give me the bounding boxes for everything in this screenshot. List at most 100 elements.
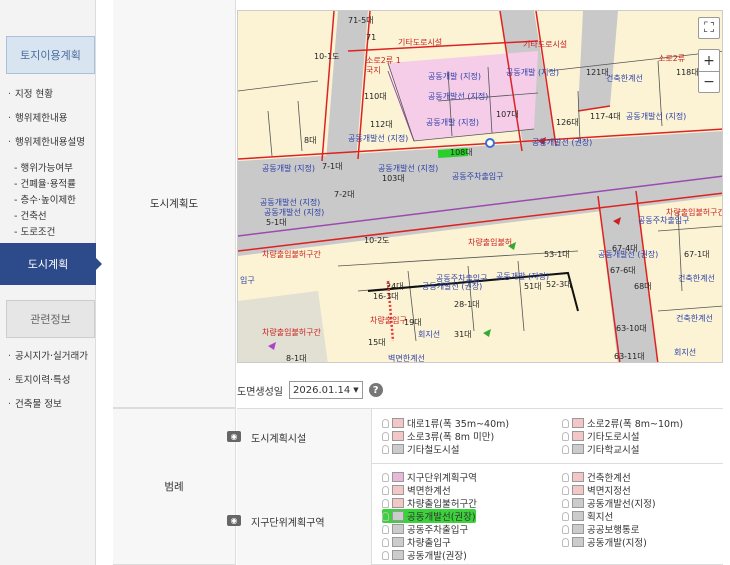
map-label: 공동개발선 (지정) (626, 112, 687, 121)
map-label: 107대 (496, 110, 519, 119)
legend-item-label: 기타학교시설 (587, 445, 640, 456)
legend-swatch (572, 524, 584, 534)
map-label: 108대 (450, 148, 473, 157)
eye-icon[interactable]: ◉ (227, 515, 241, 526)
bulb-icon[interactable] (562, 418, 569, 428)
sidebar-subitem-height[interactable]: - 층수·높이제한 (14, 192, 76, 206)
legend-label: 범례 (113, 408, 236, 565)
map-label: 53-1대 (544, 250, 570, 259)
legend-item-label: 기타철도시설 (407, 445, 460, 456)
legend-swatch (392, 444, 404, 454)
map-label: 8대 (304, 136, 317, 145)
legend-item[interactable]: 대로1류(폭 35m~40m) (382, 416, 509, 430)
urban-plan-map[interactable]: 71-5대 71 기타도로시설 기타도로시설 소로2류 10-1도 소로2류 1 국지 공동개발… (237, 10, 723, 363)
legend-item[interactable]: 차량출입구 (382, 535, 451, 549)
sidebar-item-restrictions[interactable]: 행위제한내용 (8, 110, 67, 124)
legend-item[interactable]: 건축한계선 (562, 470, 631, 484)
sidebar-related-history[interactable]: 토지이력·특성 (8, 372, 70, 386)
legend-item[interactable]: 공동개발선(권장) (382, 509, 476, 523)
map-label: 공동개발 (지정) (262, 164, 315, 173)
bulb-icon[interactable] (382, 444, 389, 454)
sidebar-subitem-coverage[interactable]: - 건폐율·용적률 (14, 176, 76, 190)
map-label: 회지선 (674, 348, 697, 357)
map-label: 공동주차출입구 (452, 172, 504, 181)
legend-swatch (392, 472, 404, 482)
sidebar-related-building[interactable]: 건축물 정보 (8, 396, 62, 410)
map-label: 공동개발선 (권장) (422, 282, 483, 291)
legend-item[interactable]: 소로3류(폭 8m 미만) (382, 429, 494, 443)
zoom-out-button[interactable]: − (698, 71, 720, 93)
legend-group-facilities-label: 도시계획시설 (251, 434, 307, 445)
sidebar-item-urban-plan-active[interactable]: 도시계획 (0, 243, 102, 285)
map-label: 공동개발 (지정) (506, 68, 559, 77)
legend-item[interactable]: 공동개발선(지정) (562, 496, 656, 510)
bulb-icon[interactable] (562, 444, 569, 454)
bulb-icon[interactable] (382, 511, 389, 521)
legend-item[interactable]: 공공보행통로 (562, 522, 639, 536)
bulb-icon[interactable] (382, 524, 389, 534)
bulb-icon[interactable] (562, 511, 569, 521)
eye-icon[interactable]: ◉ (227, 431, 241, 442)
map-canvas[interactable] (238, 11, 723, 363)
legend-item[interactable]: 공동개발(권장) (382, 548, 467, 562)
bulb-icon[interactable] (562, 537, 569, 547)
map-label: 71 (366, 33, 377, 42)
map-label: 112대 (370, 120, 393, 129)
sidebar-subitem-road[interactable]: - 도로조건 (14, 224, 55, 238)
sidebar-subitem-permissible[interactable]: - 행위가능여부 (14, 160, 73, 174)
map-label: 117-4대 (590, 112, 621, 121)
legend-item[interactable]: 벽면지정선 (562, 483, 631, 497)
fullscreen-icon[interactable]: ⛶ (698, 17, 720, 39)
legend-item-label: 공동주차출입구 (407, 525, 469, 536)
map-label: 입구 (240, 276, 255, 285)
legend-item[interactable]: 기타철도시설 (382, 442, 459, 456)
help-icon[interactable]: ? (368, 383, 383, 397)
bulb-icon[interactable] (382, 485, 389, 495)
bulb-icon[interactable] (382, 472, 389, 482)
map-label: 건축한계선 (678, 274, 715, 283)
legend-swatch (392, 498, 404, 508)
legend-item-label: 소로2류(폭 8m~10m) (587, 419, 684, 430)
legend-item[interactable]: 공동개발(지정) (562, 535, 647, 549)
sidebar-item-restriction-desc[interactable]: 행위제한내용설명 (8, 134, 85, 148)
bulb-icon[interactable] (382, 537, 389, 547)
map-label: 차량출입불허구간 (262, 250, 321, 259)
bulb-icon[interactable] (562, 485, 569, 495)
map-label: 벽면한계선 (388, 354, 425, 363)
legend-item[interactable]: 차량출입불허구간 (382, 496, 477, 510)
sidebar-header-land-use[interactable]: 토지이용계획 (6, 36, 95, 74)
legend-group-facilities: ◉ 도시계획시설 대로1류(폭 35m~40m) 소로2류(폭 8m~10m) 소로… (227, 408, 723, 464)
bulb-icon[interactable] (382, 550, 389, 560)
legend-item[interactable]: 지구단위계획구역 (382, 470, 477, 484)
map-label: 공동개발선 (지정) (428, 92, 489, 101)
bulb-icon[interactable] (562, 498, 569, 508)
map-label: 7-1대 (322, 162, 343, 171)
sidebar-header-related[interactable]: 관련정보 (6, 300, 95, 338)
bulb-icon[interactable] (562, 431, 569, 441)
zoom-in-button[interactable]: + (698, 49, 720, 71)
bulb-icon[interactable] (382, 498, 389, 508)
map-label: 건축한계선 (676, 314, 713, 323)
legend-swatch (572, 498, 584, 508)
bulb-icon[interactable] (562, 524, 569, 534)
legend-item[interactable]: 기타학교시설 (562, 442, 639, 456)
bulb-icon[interactable] (382, 431, 389, 441)
legend-item[interactable]: 공동주차출입구 (382, 522, 468, 536)
map-label: 7-2대 (334, 190, 355, 199)
sidebar-subitem-building-line[interactable]: - 건축선 (14, 208, 47, 222)
legend-item-label: 차량출입구 (407, 538, 451, 549)
plan-label: 도시계획도 (113, 0, 236, 408)
legend-item[interactable]: 기타도로시설 (562, 429, 639, 443)
map-label: 63-11대 (614, 352, 645, 361)
legend-group-district-label: 지구단위계획구역 (251, 518, 325, 529)
legend-item[interactable]: 소로2류(폭 8m~10m) (562, 416, 683, 430)
date-select[interactable]: 2026.01.14 ▼ (289, 381, 363, 399)
sidebar-related-price[interactable]: 공시지가·실거래가 (8, 348, 88, 362)
legend-item[interactable]: 벽면한계선 (382, 483, 451, 497)
sidebar-item-designation[interactable]: 지정 현황 (8, 86, 53, 100)
map-label: 차량출입구 (370, 316, 407, 325)
map-label: 차량출입불허 (468, 238, 513, 247)
bulb-icon[interactable] (382, 418, 389, 428)
legend-item[interactable]: 획지선 (562, 509, 613, 523)
bulb-icon[interactable] (562, 472, 569, 482)
